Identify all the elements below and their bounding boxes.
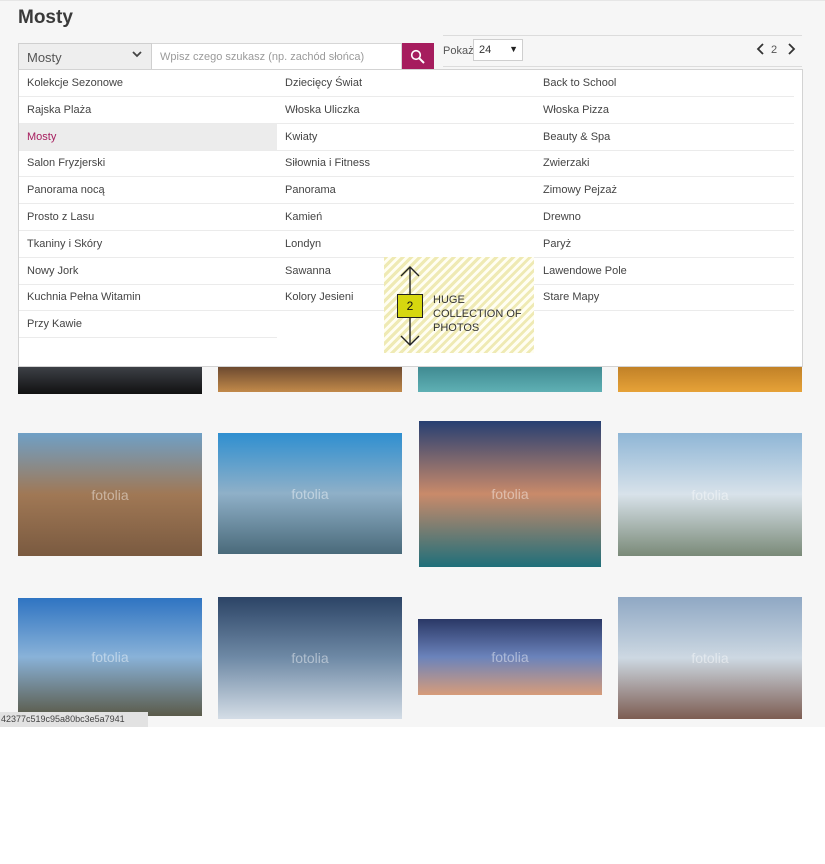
per-page-label: Pokaż [443,45,474,57]
dropdown-item[interactable]: Londyn [277,231,535,258]
dropdown-item[interactable]: Kolekcje Sezonowe [19,70,277,97]
photo-watermark: fotolia [291,485,329,502]
dropdown-item[interactable]: Salon Fryzjerski [19,150,277,178]
photo-thumbnail[interactable]: fotolia [218,597,402,719]
photo-thumbnail[interactable]: fotolia [419,421,601,567]
dropdown-item[interactable]: Drewno [535,204,794,231]
per-page-value: 24 [479,44,492,56]
dropdown-item[interactable]: Stare Mapy [535,284,794,312]
per-page-select[interactable]: 24 ▼ [473,39,523,61]
dropdown-item[interactable]: Lawendowe Pole [535,258,794,285]
dropdown-item[interactable]: Nowy Jork [19,258,277,285]
dropdown-item[interactable]: Tkaniny i Skóry [19,231,277,258]
dropdown-item[interactable]: Kuchnia Pełna Witamin [19,284,277,312]
photo-watermark: fotolia [691,650,729,666]
annotation-callout: 2 Huge collection of photos [384,257,534,353]
dropdown-item[interactable]: Kwiaty [277,124,535,151]
photo-thumbnail[interactable]: fotolia [618,433,802,556]
chevron-right-icon[interactable] [786,43,796,55]
dropdown-item[interactable]: Back to School [535,70,794,97]
dropdown-item[interactable]: Panorama nocą [19,177,277,205]
toolbar-divider-top [443,35,802,36]
dropdown-item[interactable]: Dziecięcy Świat [277,70,535,97]
photo-watermark: fotolia [291,650,329,666]
hash-label: 42377c519c95a80bc3e5a7941 [0,712,148,727]
chevron-down-icon [132,51,142,58]
dropdown-item[interactable]: Siłownia i Fitness [277,150,535,178]
search-icon [410,49,425,64]
search-input[interactable] [152,43,402,70]
toolbar-divider-bottom [443,66,802,67]
dropdown-item[interactable]: Mosty [19,123,277,151]
photo-watermark: fotolia [491,486,529,502]
page-title: Mosty [18,7,73,28]
page: Mosty fotolia fotolia fotolia fotolia fotoli… [0,0,825,727]
dropdown-item[interactable]: Włoska Pizza [535,97,794,124]
photo-watermark: fotolia [491,649,529,665]
annotation-text: Huge collection of photos [433,294,522,334]
pager-current-page: 2 [771,44,778,56]
category-select[interactable]: Mosty [18,43,152,70]
chevron-left-icon[interactable] [756,43,766,55]
dropdown-item[interactable]: Panorama [277,177,535,205]
dropdown-item[interactable]: Kamień [277,204,535,231]
photo-watermark: fotolia [91,486,129,503]
dropdown-item[interactable]: Beauty & Spa [535,124,794,151]
dropdown-item[interactable]: Zimowy Pejzaż [535,177,794,205]
photo-watermark: fotolia [691,486,729,503]
dropdown-item[interactable]: Włoska Uliczka [277,97,535,124]
dropdown-item[interactable]: Przy Kawie [19,311,277,339]
dropdown-item[interactable]: Zwierzaki [535,150,794,178]
photo-watermark: fotolia [91,649,129,665]
dropdown-item[interactable]: Paryż [535,231,794,258]
dropdown-item[interactable]: Rajska Plaża [19,97,277,124]
annotation-number-badge: 2 [397,294,423,318]
photo-thumbnail[interactable]: fotolia [418,619,602,695]
photo-thumbnail[interactable]: fotolia [618,597,802,719]
dropdown-item[interactable]: Prosto z Lasu [19,204,277,231]
category-select-value: Mosty [27,50,62,65]
caret-down-icon: ▼ [509,44,518,54]
photo-thumbnail[interactable]: fotolia [18,433,202,556]
photo-thumbnail[interactable]: fotolia [18,598,202,716]
photo-thumbnail[interactable]: fotolia [218,433,402,554]
search-button[interactable] [402,43,434,70]
